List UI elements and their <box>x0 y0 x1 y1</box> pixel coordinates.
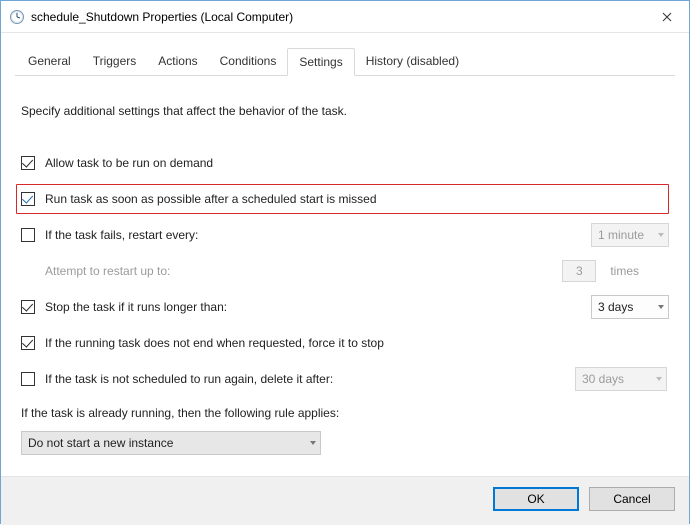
row-force-stop: If the running task does not end when re… <box>21 328 669 358</box>
checkbox-stop-if-longer[interactable] <box>21 300 35 314</box>
row-rule-combo: Do not start a new instance <box>21 428 669 458</box>
label-force-stop: If the running task does not end when re… <box>45 336 384 350</box>
combo-delete-after: 30 days <box>575 367 667 391</box>
tab-conditions[interactable]: Conditions <box>209 48 288 76</box>
chevron-down-icon <box>656 377 662 381</box>
row-restart-every: If the task fails, restart every: 1 minu… <box>21 220 669 250</box>
tab-strip: General Triggers Actions Conditions Sett… <box>15 47 675 76</box>
row-run-asap: Run task as soon as possible after a sch… <box>16 184 669 214</box>
settings-pane: Specify additional settings that affect … <box>15 76 675 470</box>
combo-restart-interval-value: 1 minute <box>598 228 644 242</box>
cancel-button[interactable]: Cancel <box>589 487 675 511</box>
close-button[interactable] <box>645 1 689 32</box>
checkbox-run-asap[interactable] <box>21 192 35 206</box>
label-stop-if-longer: Stop the task if it runs longer than: <box>45 300 227 314</box>
titlebar: schedule_Shutdown Properties (Local Comp… <box>1 1 689 33</box>
checkbox-restart-every[interactable] <box>21 228 35 242</box>
label-allow-on-demand: Allow task to be run on demand <box>45 156 213 170</box>
chevron-down-icon <box>658 305 664 309</box>
number-attempt-restart: 3 <box>562 260 596 282</box>
ok-button[interactable]: OK <box>493 487 579 511</box>
checkbox-allow-on-demand[interactable] <box>21 156 35 170</box>
checkbox-delete-after[interactable] <box>21 372 35 386</box>
client-area: General Triggers Actions Conditions Sett… <box>1 33 689 476</box>
settings-intro: Specify additional settings that affect … <box>21 96 669 126</box>
row-delete-after: If the task is not scheduled to run agai… <box>21 364 669 394</box>
intro-text: Specify additional settings that affect … <box>21 104 347 118</box>
row-stop-if-longer: Stop the task if it runs longer than: 3 … <box>21 292 669 322</box>
row-already-running-label: If the task is already running, then the… <box>21 406 669 420</box>
dialog-footer: OK Cancel <box>1 476 689 525</box>
window-title: schedule_Shutdown Properties (Local Comp… <box>31 10 645 24</box>
row-attempt-restart: Attempt to restart up to: 3 times <box>45 256 669 286</box>
label-restart-every: If the task fails, restart every: <box>45 228 198 242</box>
label-times: times <box>610 264 639 278</box>
chevron-down-icon <box>658 233 664 237</box>
tab-triggers[interactable]: Triggers <box>82 48 148 76</box>
label-delete-after: If the task is not scheduled to run agai… <box>45 372 333 386</box>
combo-instance-rule-value: Do not start a new instance <box>28 436 173 450</box>
tab-actions[interactable]: Actions <box>147 48 208 76</box>
properties-window: schedule_Shutdown Properties (Local Comp… <box>0 0 690 524</box>
row-allow-on-demand: Allow task to be run on demand <box>21 148 669 178</box>
combo-stop-duration[interactable]: 3 days <box>591 295 669 319</box>
combo-delete-after-value: 30 days <box>582 372 624 386</box>
combo-instance-rule[interactable]: Do not start a new instance <box>21 431 321 455</box>
combo-restart-interval: 1 minute <box>591 223 669 247</box>
label-run-asap: Run task as soon as possible after a sch… <box>45 192 377 206</box>
tab-general[interactable]: General <box>17 48 82 76</box>
chevron-down-icon <box>310 441 316 445</box>
checkbox-force-stop[interactable] <box>21 336 35 350</box>
label-already-running: If the task is already running, then the… <box>21 406 339 420</box>
clock-icon <box>9 9 25 25</box>
tab-history[interactable]: History (disabled) <box>355 48 470 76</box>
combo-stop-duration-value: 3 days <box>598 300 633 314</box>
tab-settings[interactable]: Settings <box>287 48 354 76</box>
label-attempt-restart: Attempt to restart up to: <box>45 264 170 278</box>
